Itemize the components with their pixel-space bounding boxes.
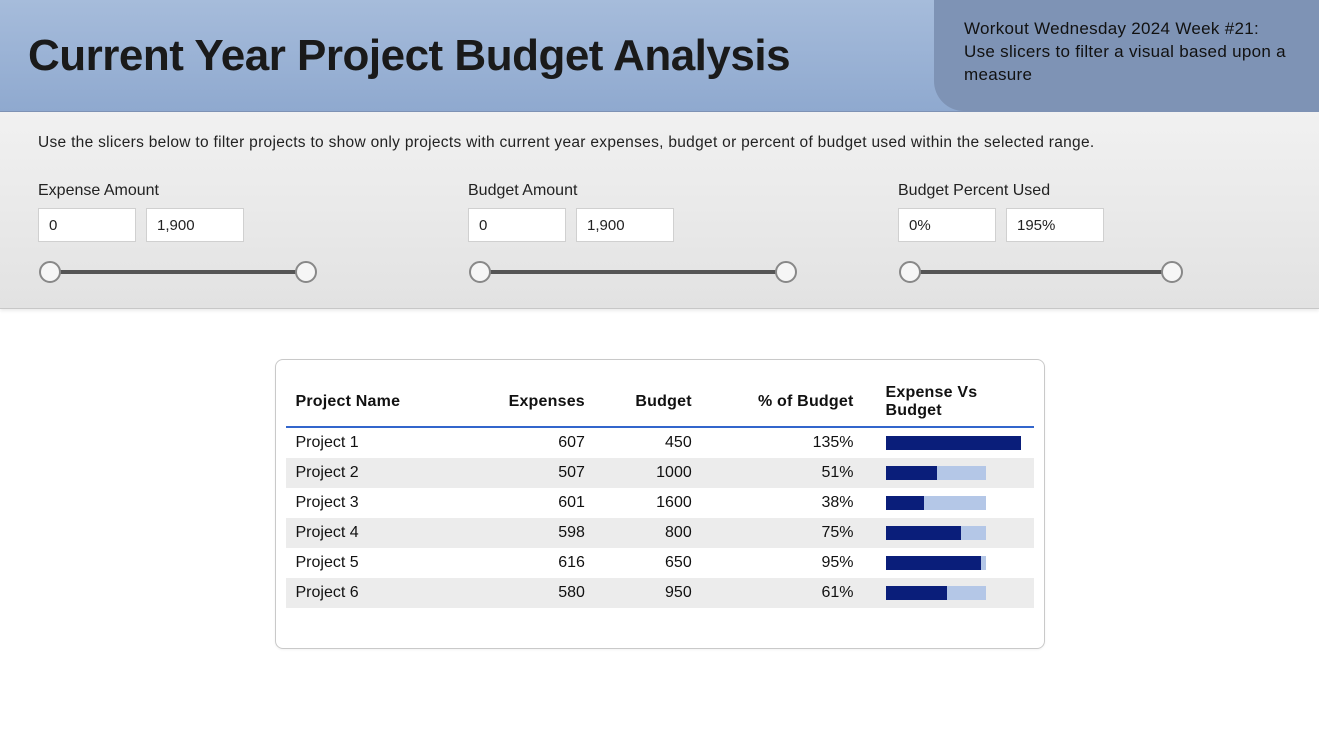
results-table: Project Name Expenses Budget % of Budget… bbox=[286, 376, 1034, 608]
slicer-inputs-percent bbox=[898, 208, 1238, 242]
budget-min-input[interactable] bbox=[468, 208, 566, 242]
cell-expenses: 616 bbox=[460, 548, 595, 578]
cell-pct-budget: 95% bbox=[702, 548, 864, 578]
range-thumb-max[interactable] bbox=[775, 261, 797, 283]
cell-project-name: Project 1 bbox=[286, 427, 461, 458]
slicer-expense-amount: Expense Amount bbox=[38, 182, 378, 284]
slicer-budget-amount: Budget Amount bbox=[468, 182, 808, 284]
expense-max-input[interactable] bbox=[146, 208, 244, 242]
table-row[interactable]: Project 561665095% bbox=[286, 548, 1034, 578]
slicer-label-budget: Budget Amount bbox=[468, 182, 808, 200]
cell-project-name: Project 6 bbox=[286, 578, 461, 608]
cell-pct-budget: 51% bbox=[702, 458, 864, 488]
range-thumb-max[interactable] bbox=[295, 261, 317, 283]
instructions-text: Use the slicers below to filter projects… bbox=[38, 134, 1281, 152]
cell-expenses: 601 bbox=[460, 488, 595, 518]
cell-expenses: 598 bbox=[460, 518, 595, 548]
percent-range-slider[interactable] bbox=[898, 260, 1184, 284]
cell-expense-vs-budget-bar bbox=[864, 488, 1034, 518]
cell-expense-vs-budget-bar bbox=[864, 578, 1034, 608]
range-track bbox=[50, 270, 306, 274]
expense-min-input[interactable] bbox=[38, 208, 136, 242]
cell-budget: 800 bbox=[595, 518, 702, 548]
slicer-row: Expense Amount Budget Amount bbox=[38, 182, 1281, 284]
cell-budget: 1000 bbox=[595, 458, 702, 488]
table-body: Project 1607450135%Project 2507100051%Pr… bbox=[286, 427, 1034, 608]
table-row[interactable]: Project 1607450135% bbox=[286, 427, 1034, 458]
cell-expense-vs-budget-bar bbox=[864, 518, 1034, 548]
table-row[interactable]: Project 2507100051% bbox=[286, 458, 1034, 488]
table-row[interactable]: Project 459880075% bbox=[286, 518, 1034, 548]
slicer-label-percent: Budget Percent Used bbox=[898, 182, 1238, 200]
col-expenses[interactable]: Expenses bbox=[460, 376, 595, 427]
subtitle-text: Workout Wednesday 2024 Week #21: Use sli… bbox=[964, 19, 1286, 84]
cell-pct-budget: 38% bbox=[702, 488, 864, 518]
cell-expense-vs-budget-bar bbox=[864, 548, 1034, 578]
slicer-inputs-budget bbox=[468, 208, 808, 242]
cell-expenses: 580 bbox=[460, 578, 595, 608]
cell-pct-budget: 61% bbox=[702, 578, 864, 608]
table-header-row: Project Name Expenses Budget % of Budget… bbox=[286, 376, 1034, 427]
filter-band: Use the slicers below to filter projects… bbox=[0, 112, 1319, 309]
cell-expense-vs-budget-bar bbox=[864, 458, 1034, 488]
slicer-inputs-expense bbox=[38, 208, 378, 242]
expense-range-slider[interactable] bbox=[38, 260, 318, 284]
range-thumb-max[interactable] bbox=[1161, 261, 1183, 283]
cell-project-name: Project 3 bbox=[286, 488, 461, 518]
cell-project-name: Project 2 bbox=[286, 458, 461, 488]
budget-range-slider[interactable] bbox=[468, 260, 798, 284]
percent-max-input[interactable] bbox=[1006, 208, 1104, 242]
cell-budget: 950 bbox=[595, 578, 702, 608]
slicer-label-expense: Expense Amount bbox=[38, 182, 378, 200]
range-track bbox=[480, 270, 786, 274]
range-track bbox=[910, 270, 1172, 274]
cell-budget: 450 bbox=[595, 427, 702, 458]
cell-pct-budget: 75% bbox=[702, 518, 864, 548]
cell-project-name: Project 5 bbox=[286, 548, 461, 578]
cell-project-name: Project 4 bbox=[286, 518, 461, 548]
page-title: Current Year Project Budget Analysis bbox=[28, 31, 790, 81]
col-budget[interactable]: Budget bbox=[595, 376, 702, 427]
budget-max-input[interactable] bbox=[576, 208, 674, 242]
results-table-card: Project Name Expenses Budget % of Budget… bbox=[275, 359, 1045, 649]
cell-expenses: 607 bbox=[460, 427, 595, 458]
cell-budget: 1600 bbox=[595, 488, 702, 518]
slicer-budget-percent: Budget Percent Used bbox=[898, 182, 1238, 284]
cell-expense-vs-budget-bar bbox=[864, 427, 1034, 458]
cell-budget: 650 bbox=[595, 548, 702, 578]
report-header: Current Year Project Budget Analysis Wor… bbox=[0, 0, 1319, 112]
col-pct-budget[interactable]: % of Budget bbox=[702, 376, 864, 427]
table-row[interactable]: Project 3601160038% bbox=[286, 488, 1034, 518]
title-wrap: Current Year Project Budget Analysis bbox=[0, 0, 934, 111]
range-thumb-min[interactable] bbox=[899, 261, 921, 283]
col-expense-vs-budget[interactable]: Expense Vs Budget bbox=[864, 376, 1034, 427]
range-thumb-min[interactable] bbox=[469, 261, 491, 283]
table-row[interactable]: Project 658095061% bbox=[286, 578, 1034, 608]
cell-expenses: 507 bbox=[460, 458, 595, 488]
cell-pct-budget: 135% bbox=[702, 427, 864, 458]
col-project-name[interactable]: Project Name bbox=[286, 376, 461, 427]
range-thumb-min[interactable] bbox=[39, 261, 61, 283]
subtitle-panel: Workout Wednesday 2024 Week #21: Use sli… bbox=[934, 0, 1319, 111]
percent-min-input[interactable] bbox=[898, 208, 996, 242]
